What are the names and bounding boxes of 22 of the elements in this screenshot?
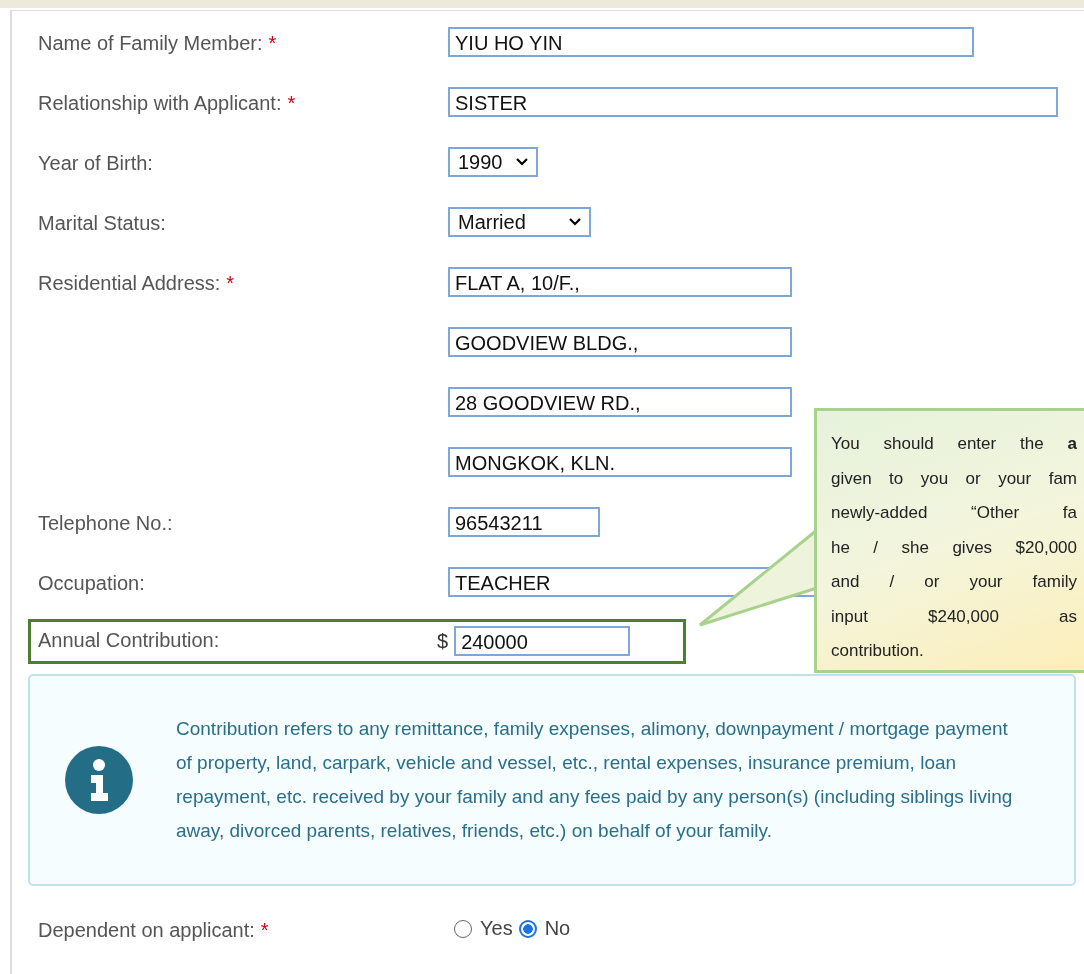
field-label: Telephone No.: (38, 512, 173, 535)
callout-text: input $240,000 as (831, 605, 1077, 628)
required-mark: * (260, 919, 269, 942)
field-label: Occupation: (38, 572, 145, 595)
field-label: Year of Birth: (38, 152, 153, 175)
field-label: Name of Family Member: (38, 32, 263, 55)
callout-text: given to you or your fam (831, 467, 1077, 490)
info-text: Contribution refers to any remittance, family expenses, alimony, downpayment / mortgage payment of property, land, carpark, vehicle and vessel, etc., rental expenses, insurance premium, loan repayment, etc. received by your family and any fees paid by any person(s) (including siblings living away, divorced parents, relatives, friends, etc.) on behalf of your family. (176, 717, 1014, 843)
callout-text: contribution. (831, 640, 925, 662)
field-label: Marital Status: (38, 212, 166, 235)
callout-text: You should enter the a (831, 433, 1077, 455)
required-mark: * (268, 32, 277, 55)
field-label: Relationship with Applicant: (38, 92, 282, 115)
callout-text: he / she gives $20,000 (831, 536, 1077, 559)
field-label: Annual Contribution: (38, 629, 220, 652)
required-mark: * (226, 272, 235, 295)
currency-sign: $ (437, 629, 449, 653)
callout-text: newly-added “Other fa (831, 502, 1077, 524)
field-label: Residential Address: (38, 272, 221, 295)
callout-text: and / or your family (831, 571, 1077, 593)
field-label: Dependent on applicant: (38, 919, 255, 942)
required-mark: * (287, 92, 296, 115)
